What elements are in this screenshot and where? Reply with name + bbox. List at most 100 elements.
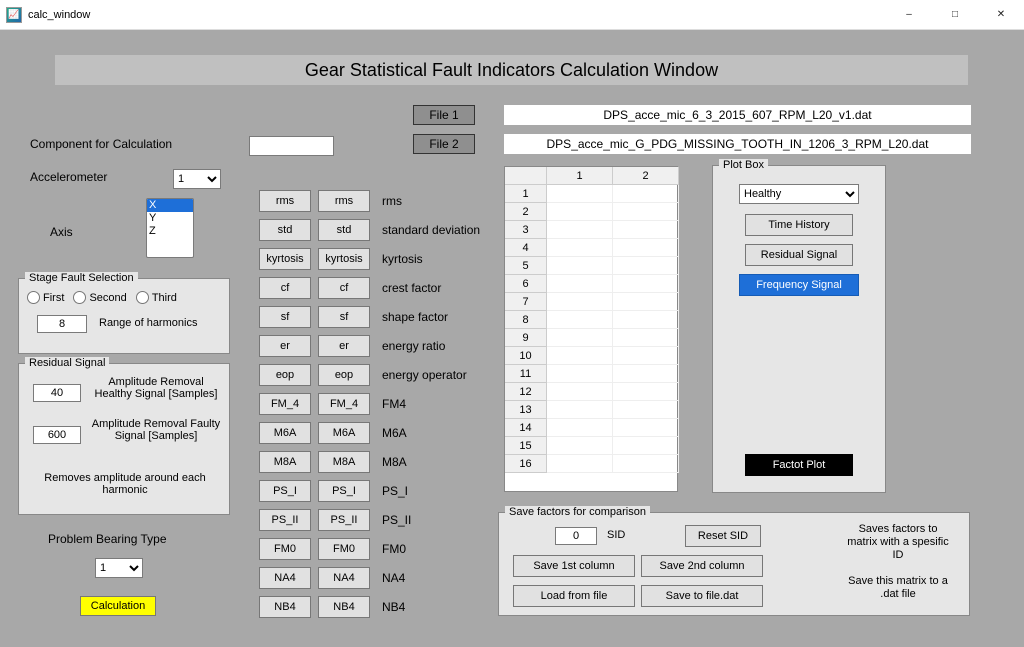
close-button[interactable]: ✕ bbox=[978, 0, 1024, 30]
maximize-button[interactable]: □ bbox=[932, 0, 978, 30]
file2-field[interactable]: DPS_acce_mic_G_PDG_MISSING_TOOTH_IN_1206… bbox=[504, 134, 971, 154]
results-row-6: 6 bbox=[505, 275, 547, 293]
indicator-cf-col1-button[interactable]: cf bbox=[259, 277, 311, 299]
indicator-kyrtosis-col2-button[interactable]: kyrtosis bbox=[318, 248, 370, 270]
residual-title: Residual Signal bbox=[25, 357, 109, 369]
indicator-er-col1-button[interactable]: er bbox=[259, 335, 311, 357]
save-factors-title: Save factors for comparison bbox=[505, 506, 650, 518]
accelerometer-label: Accelerometer bbox=[30, 170, 107, 184]
indicator-eop-col2-button[interactable]: eop bbox=[318, 364, 370, 386]
plot-health-select[interactable]: Healthy bbox=[739, 184, 859, 204]
indicator-label-rms: rms bbox=[382, 194, 402, 208]
results-row-8: 8 bbox=[505, 311, 547, 329]
indicator-label-FM_4: FM4 bbox=[382, 397, 406, 411]
indicator-rms-col2-button[interactable]: rms bbox=[318, 190, 370, 212]
indicator-label-PS_I: PS_I bbox=[382, 484, 408, 498]
sid-input[interactable] bbox=[555, 527, 597, 545]
indicator-FM_4-col2-button[interactable]: FM_4 bbox=[318, 393, 370, 415]
indicator-M6A-col1-button[interactable]: M6A bbox=[259, 422, 311, 444]
indicator-std-col1-button[interactable]: std bbox=[259, 219, 311, 241]
radio-third[interactable]: Third bbox=[136, 291, 177, 304]
indicator-M8A-col1-button[interactable]: M8A bbox=[259, 451, 311, 473]
load-from-file-button[interactable]: Load from file bbox=[513, 585, 635, 607]
indicator-label-M6A: M6A bbox=[382, 426, 407, 440]
harmonics-label: Range of harmonics bbox=[99, 317, 197, 329]
results-row-5: 5 bbox=[505, 257, 547, 275]
indicator-NA4-col2-button[interactable]: NA4 bbox=[318, 567, 370, 589]
accelerometer-select[interactable]: 1 bbox=[173, 169, 221, 189]
indicator-eop-col1-button[interactable]: eop bbox=[259, 364, 311, 386]
indicator-NB4-col1-button[interactable]: NB4 bbox=[259, 596, 311, 618]
calculation-button[interactable]: Calculation bbox=[80, 596, 156, 616]
file2-header: File 2 bbox=[413, 134, 475, 154]
indicator-PS_II-col2-button[interactable]: PS_II bbox=[318, 509, 370, 531]
healthy-label: Amplitude Removal Healthy Signal [Sample… bbox=[91, 376, 221, 400]
file1-field[interactable]: DPS_acce_mic_6_3_2015_607_RPM_L20_v1.dat bbox=[504, 105, 971, 125]
results-col-1: 1 bbox=[547, 167, 613, 185]
residual-signal-button[interactable]: Residual Signal bbox=[745, 244, 853, 266]
stage-radio-group: First Second Third bbox=[27, 291, 183, 307]
results-row-11: 11 bbox=[505, 365, 547, 383]
indicator-label-sf: shape factor bbox=[382, 310, 448, 324]
radio-first[interactable]: First bbox=[27, 291, 64, 304]
indicator-label-NA4: NA4 bbox=[382, 571, 405, 585]
axis-listbox[interactable]: X Y Z bbox=[146, 198, 194, 258]
save-note-top: Saves factors to matrix with a spesific … bbox=[843, 523, 953, 562]
results-row-14: 14 bbox=[505, 419, 547, 437]
indicator-NA4-col1-button[interactable]: NA4 bbox=[259, 567, 311, 589]
indicator-label-NB4: NB4 bbox=[382, 600, 405, 614]
indicator-er-col2-button[interactable]: er bbox=[318, 335, 370, 357]
reset-sid-button[interactable]: Reset SID bbox=[685, 525, 761, 547]
indicator-label-kyrtosis: kyrtosis bbox=[382, 252, 423, 266]
frequency-signal-button[interactable]: Frequency Signal bbox=[739, 274, 859, 296]
indicator-sf-col1-button[interactable]: sf bbox=[259, 306, 311, 328]
client-area: Gear Statistical Fault Indicators Calcul… bbox=[0, 30, 1024, 647]
indicator-kyrtosis-col1-button[interactable]: kyrtosis bbox=[259, 248, 311, 270]
titlebar: 📈 calc_window – □ ✕ bbox=[0, 0, 1024, 30]
factor-plot-button[interactable]: Factot Plot bbox=[745, 454, 853, 476]
indicator-label-FM0: FM0 bbox=[382, 542, 406, 556]
healthy-input[interactable] bbox=[33, 384, 81, 402]
results-table[interactable]: 1 2 12345678910111213141516 bbox=[504, 166, 678, 492]
indicator-std-col2-button[interactable]: std bbox=[318, 219, 370, 241]
indicator-cf-col2-button[interactable]: cf bbox=[318, 277, 370, 299]
component-label: Component for Calculation bbox=[30, 137, 172, 151]
indicator-M8A-col2-button[interactable]: M8A bbox=[318, 451, 370, 473]
save-2nd-col-button[interactable]: Save 2nd column bbox=[641, 555, 763, 577]
plot-box-title: Plot Box bbox=[719, 159, 768, 171]
faulty-input[interactable] bbox=[33, 426, 81, 444]
indicator-label-PS_II: PS_II bbox=[382, 513, 411, 527]
residual-panel: Residual Signal Amplitude Removal Health… bbox=[18, 363, 230, 515]
indicator-rms-col1-button[interactable]: rms bbox=[259, 190, 311, 212]
results-row-12: 12 bbox=[505, 383, 547, 401]
indicator-NB4-col2-button[interactable]: NB4 bbox=[318, 596, 370, 618]
indicator-label-M8A: M8A bbox=[382, 455, 407, 469]
results-row-15: 15 bbox=[505, 437, 547, 455]
results-row-9: 9 bbox=[505, 329, 547, 347]
component-select[interactable]: Bearing bbox=[249, 136, 334, 156]
results-col-2: 2 bbox=[613, 167, 679, 185]
save-to-file-button[interactable]: Save to file.dat bbox=[641, 585, 763, 607]
indicator-PS_II-col1-button[interactable]: PS_II bbox=[259, 509, 311, 531]
stage-fault-title: Stage Fault Selection bbox=[25, 272, 138, 284]
indicator-FM0-col2-button[interactable]: FM0 bbox=[318, 538, 370, 560]
problem-bearing-label: Problem Bearing Type bbox=[48, 532, 167, 546]
plot-box-panel: Plot Box Healthy Time History Residual S… bbox=[712, 165, 886, 493]
indicator-label-er: energy ratio bbox=[382, 339, 445, 353]
indicator-PS_I-col2-button[interactable]: PS_I bbox=[318, 480, 370, 502]
problem-bearing-select[interactable]: 1 bbox=[95, 558, 143, 578]
indicator-PS_I-col1-button[interactable]: PS_I bbox=[259, 480, 311, 502]
save-1st-col-button[interactable]: Save 1st column bbox=[513, 555, 635, 577]
indicator-label-std: standard deviation bbox=[382, 223, 480, 237]
indicator-sf-col2-button[interactable]: sf bbox=[318, 306, 370, 328]
time-history-button[interactable]: Time History bbox=[745, 214, 853, 236]
indicator-M6A-col2-button[interactable]: M6A bbox=[318, 422, 370, 444]
harmonics-input[interactable] bbox=[37, 315, 87, 333]
minimize-button[interactable]: – bbox=[886, 0, 932, 30]
faulty-label: Amplitude Removal Faulty Signal [Samples… bbox=[91, 418, 221, 442]
indicator-label-eop: energy operator bbox=[382, 368, 467, 382]
indicator-FM0-col1-button[interactable]: FM0 bbox=[259, 538, 311, 560]
page-title-banner: Gear Statistical Fault Indicators Calcul… bbox=[55, 55, 968, 85]
radio-second[interactable]: Second bbox=[73, 291, 126, 304]
indicator-FM_4-col1-button[interactable]: FM_4 bbox=[259, 393, 311, 415]
